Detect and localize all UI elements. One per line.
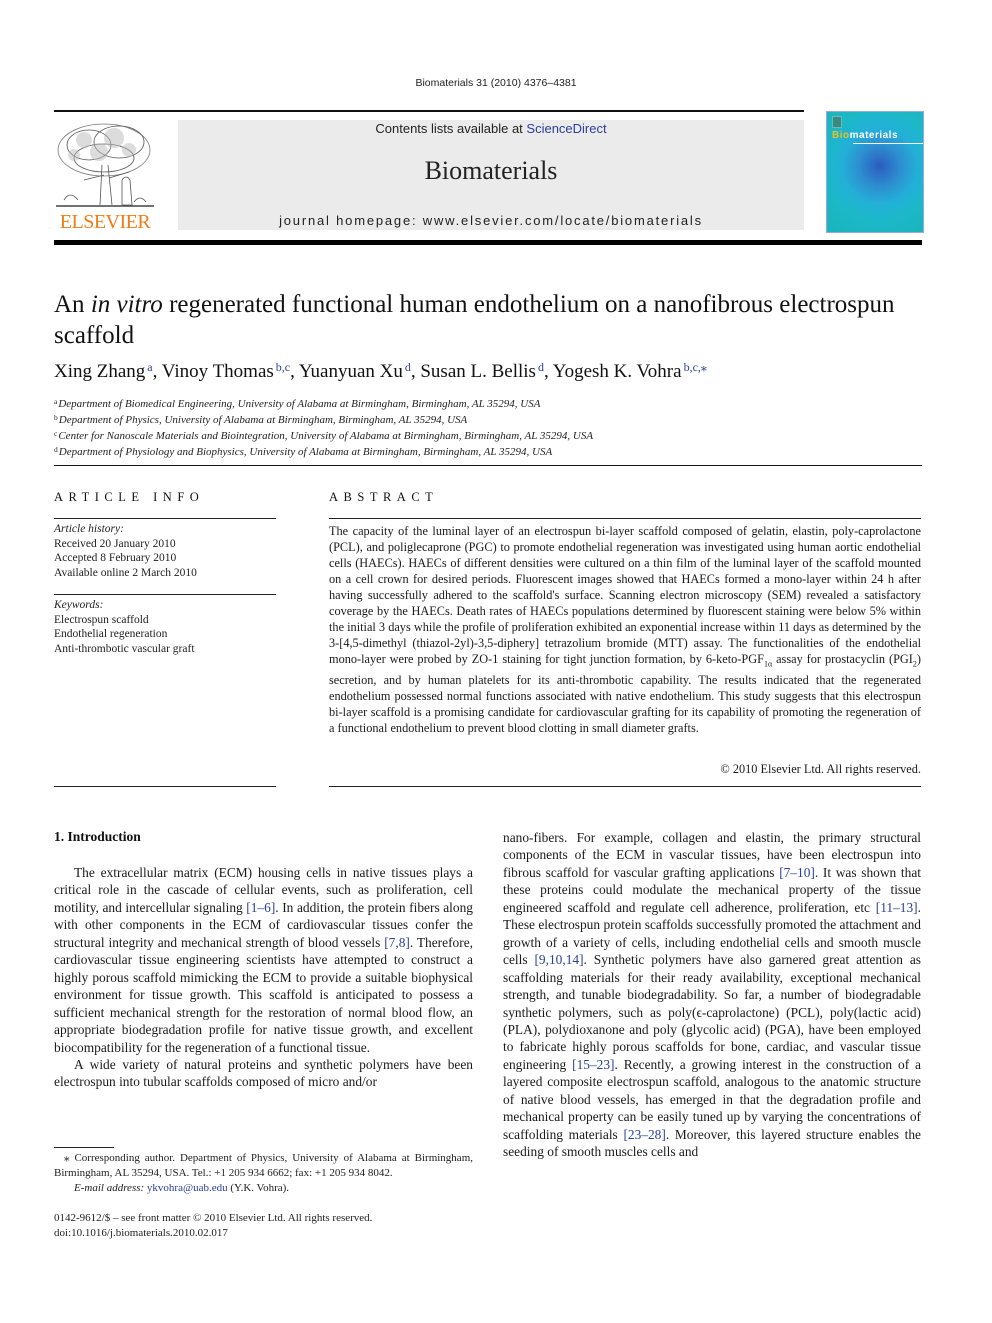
- abstract-text-part: The capacity of the luminal layer of an …: [329, 524, 921, 666]
- footnote-text: Corresponding author. Department of Phys…: [54, 1152, 473, 1179]
- citation-link[interactable]: [15–23]: [572, 1057, 614, 1072]
- history-item: Available online 2 March 2010: [54, 566, 197, 579]
- affiliation-list: aDepartment of Biomedical Engineering, U…: [54, 395, 593, 459]
- abstract-text-part: assay for prostacyclin (PGI: [772, 652, 913, 666]
- cover-title-highlight: Bio: [832, 130, 850, 141]
- title-part: regenerated functional human endothelium…: [54, 291, 895, 349]
- cover-rule: [853, 143, 923, 144]
- affiliation-text: Department of Biomedical Engineering, Un…: [58, 398, 541, 410]
- doi[interactable]: doi:10.1016/j.biomaterials.2010.02.017: [54, 1226, 372, 1241]
- footnote-corresponding: ⁎ Corresponding author. Department of Ph…: [54, 1151, 473, 1181]
- running-head: Biomaterials 31 (2010) 4376–4381: [415, 77, 577, 89]
- history-item: Accepted 8 February 2010: [54, 552, 177, 565]
- article-title: An in vitro regenerated functional human…: [54, 289, 934, 351]
- author-separator: ,: [290, 361, 299, 382]
- email-suffix: (Y.K. Vohra).: [227, 1182, 290, 1194]
- title-italic-part: in vitro: [90, 291, 163, 318]
- paragraph: nano-fibers. For example, collagen and e…: [503, 829, 921, 1161]
- affiliation-key: a: [54, 397, 58, 406]
- citation-link[interactable]: [1–6]: [246, 900, 275, 915]
- cover-elsevier-emblem-icon: [832, 116, 842, 128]
- history-item: Received 20 January 2010: [54, 537, 176, 550]
- affiliation-key: c: [54, 429, 58, 438]
- masthead-top-rule: [54, 110, 804, 112]
- title-part: An: [54, 291, 91, 318]
- keyword-item: Anti-thrombotic vascular graft: [54, 642, 195, 655]
- paragraph: A wide variety of natural proteins and s…: [54, 1056, 473, 1090]
- author-name[interactable]: Susan L. Bellis: [420, 361, 536, 382]
- affiliation-item: cCenter for Nanoscale Materials and Bioi…: [54, 427, 593, 443]
- author-list: Xing Zhang a, Vinoy Thomas b,c, Yuanyuan X…: [54, 360, 707, 383]
- citation-link[interactable]: [9,10,14]: [534, 952, 583, 967]
- keywords: Keywords: Electrospun scaffold Endotheli…: [54, 598, 195, 656]
- affiliation-text: Department of Physiology and Biophysics,…: [58, 446, 553, 458]
- article-info-heading: ARTICLE INFO: [54, 490, 205, 504]
- keywords-rule: [54, 594, 276, 595]
- author-name[interactable]: Yuanyuan Xu: [299, 361, 403, 382]
- affiliation-item: bDepartment of Physics, University of Al…: [54, 411, 593, 427]
- author-separator: ,: [152, 361, 162, 382]
- history-label: Article history:: [54, 523, 124, 535]
- author-separator: ,: [410, 361, 421, 382]
- front-matter: 0142-9612/$ – see front matter © 2010 El…: [54, 1211, 372, 1241]
- contents-prefix: Contents lists available at: [375, 121, 527, 136]
- journal-homepage[interactable]: journal homepage: www.elsevier.com/locat…: [178, 213, 804, 228]
- masthead-bottom-rule: [54, 240, 922, 245]
- issn-line: 0142-9612/$ – see front matter © 2010 El…: [54, 1212, 373, 1224]
- abstract-heading: ABSTRACT: [329, 490, 439, 504]
- elsevier-wordmark: ELSEVIER: [59, 211, 151, 233]
- abstract-copyright: © 2010 Elsevier Ltd. All rights reserved…: [720, 762, 921, 776]
- text-run: . Synthetic polymers have also garnered …: [503, 952, 922, 1072]
- paragraph: The extracellular matrix (ECM) housing c…: [54, 864, 473, 1056]
- tree-icon: [56, 123, 154, 207]
- article-history: Article history: Received 20 January 201…: [54, 522, 197, 580]
- citation-link[interactable]: [7,8]: [384, 935, 410, 950]
- introduction-heading: 1. Introduction: [54, 829, 141, 844]
- email-link[interactable]: ykvohra@uab.edu: [147, 1182, 228, 1194]
- text-run: . Therefore, cardiovascular tissue engin…: [54, 934, 473, 1055]
- journal-masthead: Contents lists available at ScienceDirec…: [178, 120, 804, 230]
- keyword-item: Electrospun scaffold: [54, 613, 149, 626]
- corresponding-author-footnote: ⁎ Corresponding author. Department of Ph…: [54, 1151, 473, 1196]
- affiliation-text: Department of Physics, University of Ala…: [58, 414, 468, 426]
- author-name[interactable]: Yogesh K. Vohra: [553, 361, 682, 382]
- journal-name: Biomaterials: [424, 156, 558, 185]
- citation-link[interactable]: [11–13]: [876, 900, 918, 915]
- citation-link[interactable]: [7–10]: [779, 865, 815, 880]
- journal-cover-image: Biomaterials: [826, 111, 924, 233]
- author-affiliation-marker[interactable]: b,c,⁎: [684, 360, 707, 374]
- affiliation-key: d: [54, 445, 58, 454]
- keyword-item: Endothelial regeneration: [54, 628, 168, 641]
- sciencedirect-link[interactable]: ScienceDirect: [526, 121, 606, 136]
- author-name[interactable]: Xing Zhang: [54, 361, 145, 382]
- citation-link[interactable]: [23–28]: [623, 1127, 665, 1142]
- body-column-left: The extracellular matrix (ECM) housing c…: [54, 864, 473, 1091]
- body-column-right: nano-fibers. For example, collagen and e…: [503, 829, 921, 1161]
- author-name[interactable]: Vinoy Thomas: [162, 361, 274, 382]
- abstract-bottom-rule: [329, 786, 921, 787]
- cover-title: Biomaterials: [832, 130, 898, 141]
- footnote-rule: [54, 1147, 114, 1148]
- abstract-rule: [329, 518, 921, 519]
- cover-title-rest: materials: [849, 130, 899, 141]
- affiliation-text: Center for Nanoscale Materials and Bioin…: [58, 430, 594, 442]
- abstract-body: The capacity of the luminal layer of an …: [329, 523, 921, 736]
- affiliation-item: aDepartment of Biomedical Engineering, U…: [54, 395, 593, 411]
- article-info-rule: [54, 518, 276, 519]
- affiliation-key: b: [54, 413, 58, 422]
- header-divider: [54, 465, 922, 466]
- author-affiliation-marker[interactable]: b,c: [276, 360, 290, 374]
- contents-line: Contents lists available at ScienceDirec…: [178, 121, 804, 136]
- footnote-email: E-mail address: ykvohra@uab.edu (Y.K. Vo…: [54, 1181, 473, 1196]
- abstract-subscript: 1α: [763, 659, 773, 669]
- email-label: E-mail address:: [74, 1182, 145, 1194]
- author-separator: ,: [543, 361, 553, 382]
- article-info-bottom-rule: [54, 786, 276, 787]
- keywords-label: Keywords:: [54, 599, 104, 611]
- affiliation-item: dDepartment of Physiology and Biophysics…: [54, 443, 593, 459]
